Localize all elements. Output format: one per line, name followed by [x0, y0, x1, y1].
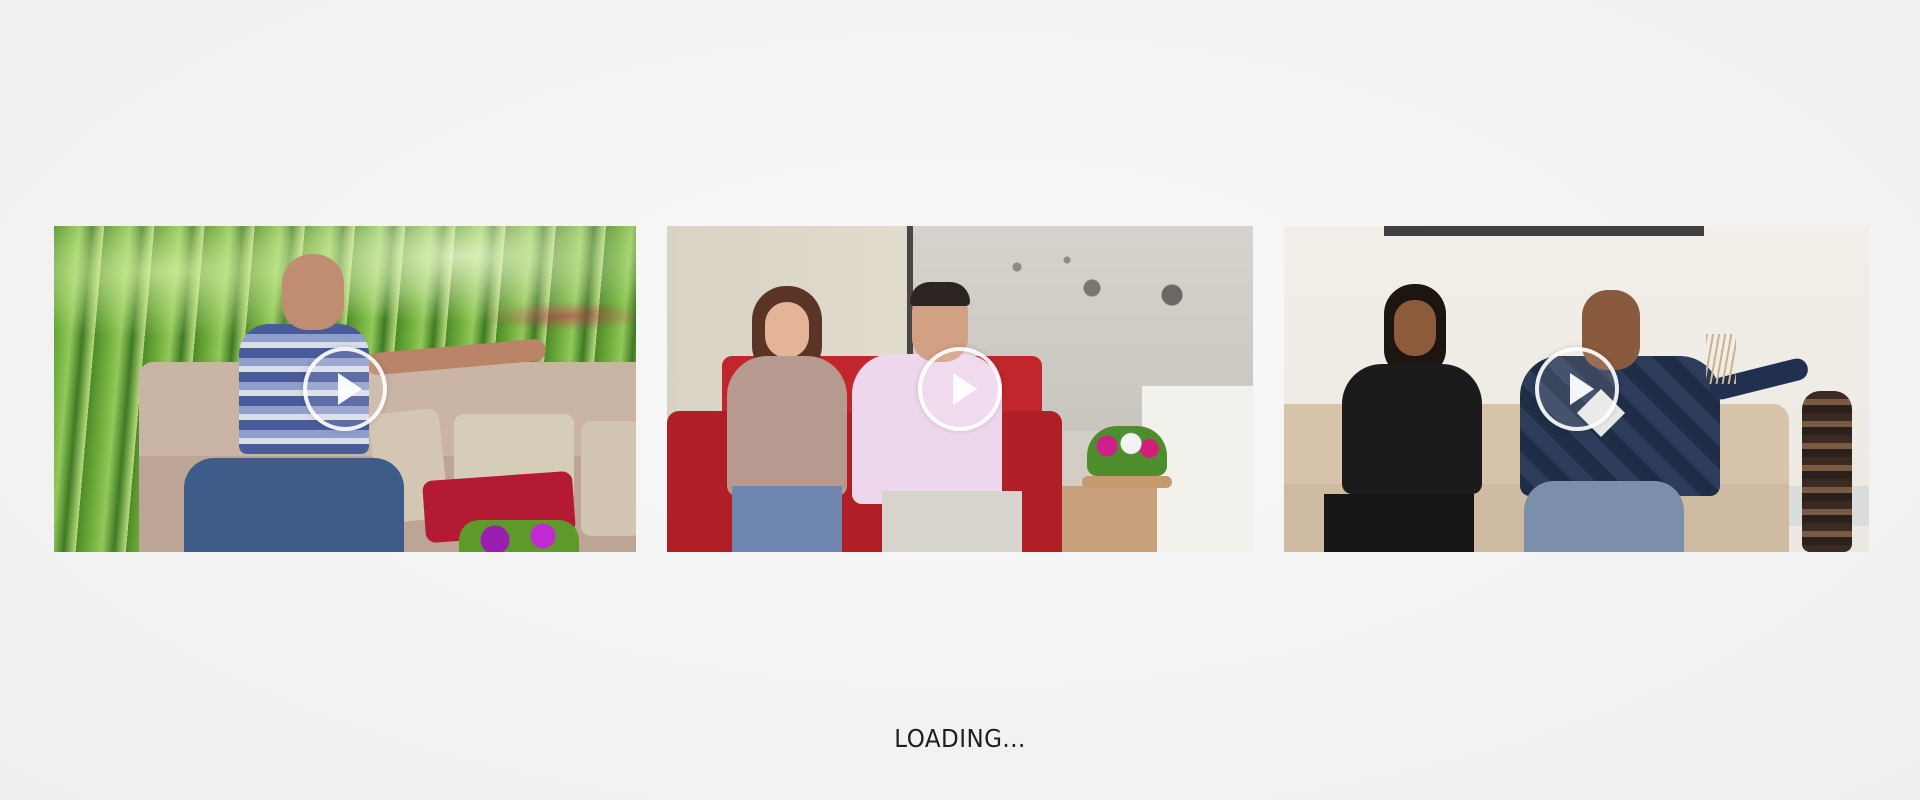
page: LOADING... [0, 0, 1920, 800]
loading-text: LOADING... [894, 724, 1026, 753]
play-icon [953, 373, 977, 405]
play-button[interactable] [303, 347, 387, 431]
video-gallery [54, 226, 1869, 552]
video-thumbnail-3[interactable] [1284, 226, 1869, 552]
play-icon [1569, 373, 1594, 405]
video-thumbnail-1[interactable] [54, 226, 636, 552]
play-icon [338, 373, 362, 405]
play-button[interactable] [918, 347, 1002, 431]
play-button[interactable] [1534, 347, 1619, 431]
video-thumbnail-2[interactable] [667, 226, 1253, 552]
